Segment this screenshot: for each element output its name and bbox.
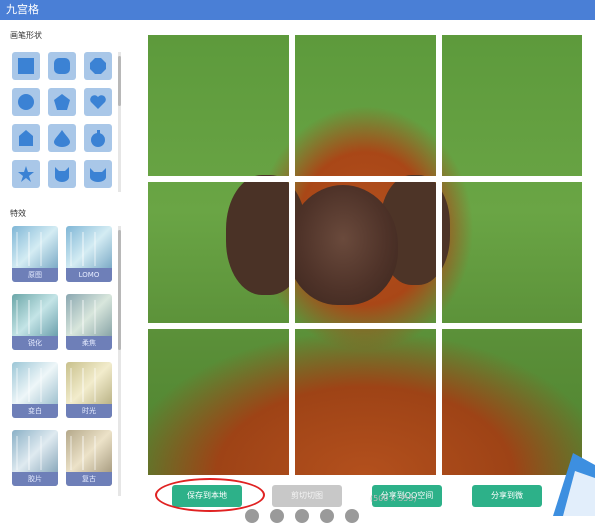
effect-preview <box>70 232 108 266</box>
apple-icon <box>84 124 112 152</box>
effect-label: 时光 <box>66 404 112 418</box>
drop-icon <box>48 124 76 152</box>
shape-house[interactable] <box>12 124 40 152</box>
shape-octagon[interactable] <box>84 52 112 80</box>
shape-heart[interactable] <box>84 88 112 116</box>
pagination-dot <box>245 509 259 523</box>
effect-tile[interactable]: 柔焦 <box>66 294 112 350</box>
cat-head-icon <box>84 160 112 188</box>
pagination-dot <box>345 509 360 523</box>
effect-preview <box>70 436 108 470</box>
shape-cat-head[interactable] <box>84 160 112 188</box>
pagination-dot <box>295 509 310 523</box>
effect-scrollbar[interactable] <box>118 226 121 496</box>
heart-icon <box>84 88 112 116</box>
effect-preview <box>16 232 54 266</box>
star-icon <box>12 160 40 188</box>
effect-tile[interactable]: 变白 <box>12 362 58 418</box>
grid-dividers <box>148 35 582 475</box>
title-bar: 九宫格 <box>0 0 595 20</box>
effect-label: 胶片 <box>12 472 58 486</box>
shape-circle[interactable] <box>12 88 40 116</box>
shape-apple[interactable] <box>84 124 112 152</box>
shape-scrollbar-thumb[interactable] <box>118 56 121 106</box>
shape-star[interactable] <box>12 160 40 188</box>
sidebar: 画笔形状 特效 原图 LOMO 锐化 柔焦 变白 时光 胶片 复古 <box>6 28 122 508</box>
watermark-text: (500 x 355) <box>370 494 417 503</box>
share-other-button[interactable]: 分享到微 <box>472 485 542 507</box>
effect-preview <box>16 368 54 402</box>
shape-pentagon[interactable] <box>48 88 76 116</box>
effect-label: 柔焦 <box>66 336 112 350</box>
effect-label: LOMO <box>66 268 112 282</box>
house-icon <box>12 124 40 152</box>
effect-label: 锐化 <box>12 336 58 350</box>
effect-preview <box>16 300 54 334</box>
grid-divider-vertical <box>436 35 442 475</box>
grid-divider-horizontal <box>148 323 582 329</box>
shape-section-label: 画笔形状 <box>10 31 42 40</box>
effect-tile[interactable]: LOMO <box>66 226 112 282</box>
grid-divider-horizontal <box>148 176 582 182</box>
effect-scrollbar-thumb[interactable] <box>118 230 121 350</box>
shape-scrollbar[interactable] <box>118 52 121 192</box>
window-title: 九宫格 <box>6 3 39 16</box>
effect-label: 原图 <box>12 268 58 282</box>
pagination-dots <box>245 508 365 527</box>
shape-square[interactable] <box>12 52 40 80</box>
effect-label: 变白 <box>12 404 58 418</box>
effect-tile[interactable]: 原图 <box>12 226 58 282</box>
octagon-icon <box>84 52 112 80</box>
shape-rounded-square[interactable] <box>48 52 76 80</box>
pentagon-icon <box>48 88 76 116</box>
cat-face-icon <box>48 160 76 188</box>
grid-divider-vertical <box>289 35 295 475</box>
effect-preview <box>16 436 54 470</box>
effect-preview <box>70 368 108 402</box>
effect-tile[interactable]: 时光 <box>66 362 112 418</box>
nine-grid-canvas[interactable] <box>148 35 582 475</box>
effect-section-label: 特效 <box>10 209 26 218</box>
effect-tile[interactable]: 复古 <box>66 430 112 486</box>
shape-cat-face[interactable] <box>48 160 76 188</box>
square-icon <box>12 52 40 80</box>
effect-preview <box>70 300 108 334</box>
pagination-dot <box>320 509 335 523</box>
highlight-annotation <box>155 478 265 512</box>
corner-arrow-icon <box>553 453 595 516</box>
effect-tile[interactable]: 锐化 <box>12 294 58 350</box>
rounded-square-icon <box>48 52 76 80</box>
effect-tile[interactable]: 胶片 <box>12 430 58 486</box>
shape-drop[interactable] <box>48 124 76 152</box>
pagination-dot <box>270 509 285 523</box>
circle-icon <box>12 88 40 116</box>
effect-label: 复古 <box>66 472 112 486</box>
cut-image-button[interactable]: 剪切切图 <box>272 485 342 507</box>
